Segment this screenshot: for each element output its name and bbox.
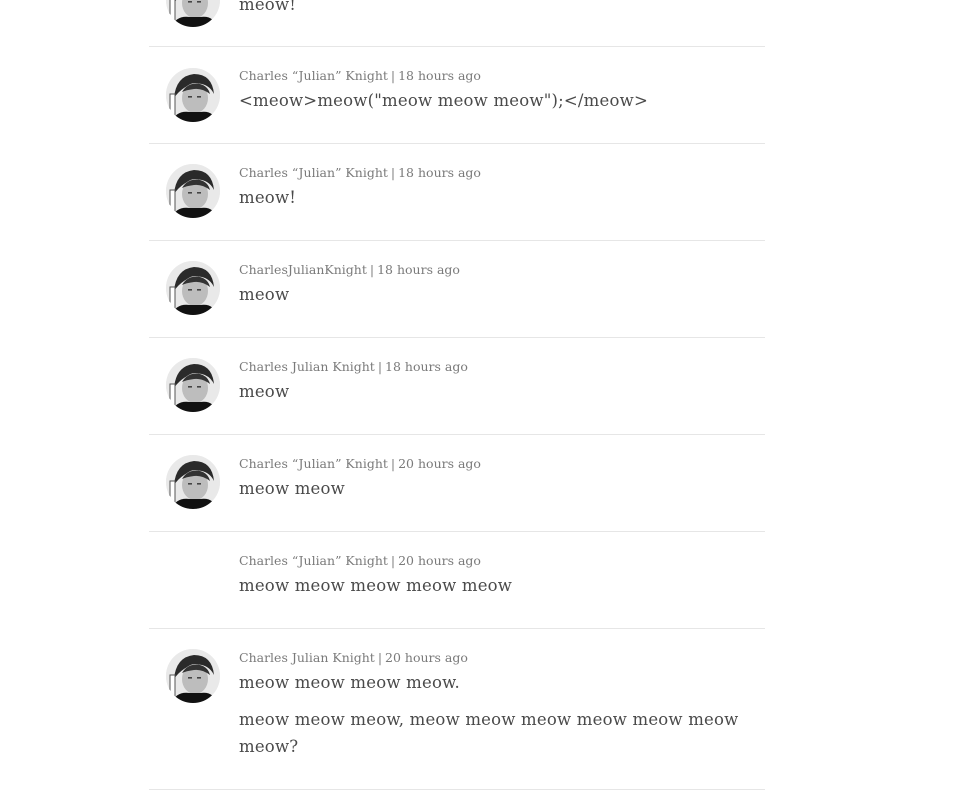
avatar[interactable] — [166, 0, 220, 27]
user-photo-icon — [166, 164, 220, 218]
post-body: meow — [239, 281, 739, 308]
avatar[interactable] — [166, 649, 220, 703]
post-body: meow! — [239, 0, 739, 18]
user-photo-icon — [166, 455, 220, 509]
meta-separator: | — [390, 553, 396, 568]
avatar[interactable] — [166, 164, 220, 218]
post-timestamp[interactable]: 18 hours ago — [398, 165, 481, 180]
author-name[interactable]: CharlesJulianKnight — [239, 262, 367, 277]
post-timestamp[interactable]: 18 hours ago — [377, 262, 460, 277]
post-meta: Charles “Julian” Knight | 18 hours ago — [239, 165, 481, 180]
user-photo-icon — [166, 649, 220, 703]
post-item: CharlesJulianKnight | 18 hours ago meow — [149, 241, 765, 338]
avatar[interactable] — [166, 455, 220, 509]
post-meta: Charles “Julian” Knight | 20 hours ago — [239, 553, 481, 568]
post-body: meow! — [239, 184, 739, 211]
post-timestamp[interactable]: 20 hours ago — [398, 553, 481, 568]
post-text: meow — [239, 382, 290, 401]
user-photo-icon — [166, 358, 220, 412]
post-timestamp[interactable]: 20 hours ago — [398, 456, 481, 471]
post-text: <meow>meow("meow meow meow");</meow> — [239, 91, 648, 110]
post-text: meow meow meow meow. — [239, 673, 460, 692]
post-body: meow meow meow meow. meow meow meow, meo… — [239, 669, 739, 760]
avatar-placeholder — [166, 552, 220, 606]
post-text: meow meow — [239, 479, 345, 498]
avatar[interactable] — [166, 68, 220, 122]
post-item: meow! — [149, 0, 765, 47]
post-timestamp[interactable]: 20 hours ago — [385, 650, 468, 665]
post-item: Charles “Julian” Knight | 20 hours ago meo… — [149, 532, 765, 629]
user-photo-icon — [166, 68, 220, 122]
post-meta: Charles “Julian” Knight | 18 hours ago — [239, 68, 481, 83]
author-name[interactable]: Charles “Julian” Knight — [239, 456, 388, 471]
meta-separator: | — [377, 359, 383, 374]
post-text: meow — [239, 285, 290, 304]
post-meta: CharlesJulianKnight | 18 hours ago — [239, 262, 460, 277]
post-body: meow meow meow meow meow — [239, 572, 739, 599]
author-name[interactable]: Charles Julian Knight — [239, 650, 375, 665]
post-text: meow! — [239, 188, 297, 207]
post-item: Charles “Julian” Knight | 20 hours ago meo… — [149, 435, 765, 532]
user-photo-icon — [166, 0, 220, 27]
author-name[interactable]: Charles “Julian” Knight — [239, 68, 388, 83]
post-text: meow! — [239, 0, 297, 14]
post-item: Charles “Julian” Knight | 18 hours ago <me… — [149, 47, 765, 144]
user-photo-icon — [166, 261, 220, 315]
post-meta: Charles Julian Knight | 18 hours ago — [239, 359, 468, 374]
post-meta: Charles “Julian” Knight | 20 hours ago — [239, 456, 481, 471]
meta-separator: | — [369, 262, 375, 277]
post-item: Charles “Julian” Knight | 18 hours ago meo… — [149, 144, 765, 241]
author-name[interactable]: Charles “Julian” Knight — [239, 165, 388, 180]
post-timestamp[interactable]: 18 hours ago — [398, 68, 481, 83]
meta-separator: | — [390, 68, 396, 83]
post-item: Charles Julian Knight | 18 hours ago meow — [149, 338, 765, 435]
meta-separator: | — [377, 650, 383, 665]
post-text: meow meow meow, meow meow meow meow meow… — [239, 710, 739, 756]
post-item: Charles Julian Knight | 20 hours ago meow … — [149, 629, 765, 790]
avatar[interactable] — [166, 261, 220, 315]
post-body: <meow>meow("meow meow meow");</meow> — [239, 87, 739, 114]
author-name[interactable]: Charles Julian Knight — [239, 359, 375, 374]
post-timestamp[interactable]: 18 hours ago — [385, 359, 468, 374]
post-meta: Charles Julian Knight | 20 hours ago — [239, 650, 468, 665]
post-body: meow — [239, 378, 739, 405]
meta-separator: | — [390, 456, 396, 471]
post-body: meow meow — [239, 475, 739, 502]
avatar[interactable] — [166, 358, 220, 412]
post-text: meow meow meow meow meow — [239, 576, 513, 595]
author-name[interactable]: Charles “Julian” Knight — [239, 553, 388, 568]
meta-separator: | — [390, 165, 396, 180]
